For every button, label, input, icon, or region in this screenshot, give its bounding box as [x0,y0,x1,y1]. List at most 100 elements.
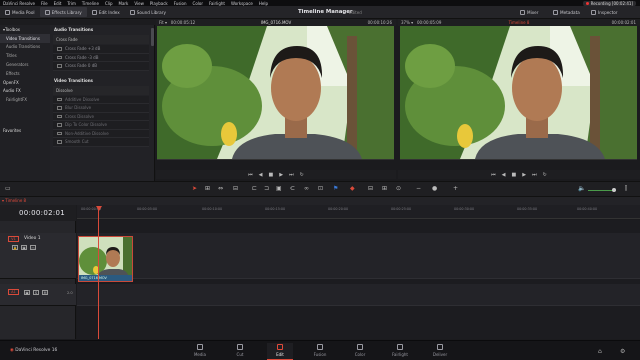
fx-item[interactable]: Cross Fade +3 dB [53,45,149,54]
page-deliver[interactable]: Deliver [427,343,453,357]
tree-fairlightfx[interactable]: FairlightFX [0,95,50,104]
effects-library-button[interactable]: Effects Library [39,7,87,17]
volume-icon[interactable]: 🔈 [578,185,585,192]
zoom-in-icon[interactable]: + [453,185,458,192]
loop-icon[interactable]: ↻ [300,172,304,178]
auto-select-icon[interactable]: ▣ [21,245,27,250]
snapping-icon[interactable]: ⊂ [290,185,295,192]
position-lock-icon[interactable]: ⊡ [318,185,323,192]
layout-icon[interactable]: ▭ [5,185,11,192]
tree-item-generators[interactable]: Generators [0,60,50,69]
menu-help[interactable]: Help [256,1,271,6]
source-viewer-frame[interactable] [157,26,394,159]
zoom-full-icon[interactable]: ⊟ [368,185,373,192]
stop-icon[interactable]: ■ [269,172,274,178]
playhead-marker-icon[interactable] [95,206,102,211]
fx-item[interactable]: Dip To Color Dissolve [53,121,149,130]
timeline-clip[interactable]: IMG_0716.MOV [78,236,133,282]
menu-app[interactable]: DaVinci Resolve [0,1,38,6]
page-cut[interactable]: Cut [227,343,253,357]
zoom-detail-icon[interactable]: ⊞ [382,185,387,192]
lock-icon[interactable]: 🔒 [12,245,18,250]
overwrite-clip-icon[interactable]: ⊐ [264,185,269,192]
zoom-custom-icon[interactable]: ⊙ [396,185,401,192]
insert-clip-icon[interactable]: ⊏ [252,185,257,192]
go-to-start-icon[interactable]: ⏮ [491,172,496,178]
replace-clip-icon[interactable]: ▣ [276,185,282,192]
tree-item-titles[interactable]: Titles [0,51,50,60]
fx-item[interactable]: Cross Fade -3 dB [53,53,149,62]
play-reverse-icon[interactable]: ◀ [259,172,263,178]
marker-icon[interactable]: ◆ [350,185,355,192]
go-to-start-icon[interactable]: ⏮ [248,172,253,178]
menu-workspace[interactable]: Workspace [228,1,256,6]
tree-favorites[interactable]: Favorites [0,126,50,135]
menu-color[interactable]: Color [190,1,206,6]
effects-scrollbar[interactable] [151,28,154,46]
go-to-end-icon[interactable]: ⏭ [532,172,537,178]
auto-select-icon[interactable]: ▣ [24,290,30,295]
fx-item[interactable]: Non-Additive Dissolve [53,129,149,138]
menu-fusion[interactable]: Fusion [171,1,190,6]
page-media[interactable]: Media [187,343,213,357]
tree-item-audio-transitions[interactable]: Audio Transitions [0,43,50,52]
inspector-button[interactable]: Inspector [591,7,618,17]
page-edit[interactable]: Edit [267,343,293,360]
tree-item-video-transitions[interactable]: Video Transitions [0,33,50,43]
menu-playback[interactable]: Playback [147,1,171,6]
menu-mark[interactable]: Mark [116,1,132,6]
video-track-header[interactable]: V1 Video 1 🔒 ▣ ▭ [0,233,76,279]
timeline-ruler[interactable]: 00:00:00:00 00:00:05:00 00:00:10:00 00:0… [77,205,640,219]
mute-button[interactable]: M [42,290,48,295]
menu-edit[interactable]: Edit [51,1,65,6]
fx-item[interactable]: Blur Dissolve [53,104,149,113]
playhead[interactable] [98,208,99,339]
zoom-out-icon[interactable]: − [416,185,421,192]
timeline-viewer-name[interactable]: Timeline 8 [398,20,640,25]
audio-track-lane[interactable] [77,284,640,306]
home-icon[interactable]: ⌂ [598,348,602,355]
selection-tool-icon[interactable]: ➤ [192,185,197,192]
media-pool-button[interactable]: Media Pool [0,7,40,17]
audio-track-header[interactable]: A1 ▣ S M 2.0 [0,284,76,306]
menu-view[interactable]: View [131,1,147,6]
volume-knob[interactable] [612,188,616,192]
page-fusion[interactable]: Fusion [307,343,333,357]
menu-clip[interactable]: Clip [102,1,116,6]
video-track-lane[interactable] [77,233,640,279]
dynamic-trim-icon[interactable]: ⇔ [218,185,223,192]
fx-item[interactable]: Cross Fade 0 dB [53,62,149,71]
fx-item[interactable]: Smooth Cut [53,138,149,147]
audio-meter-icon[interactable]: ⫿ [625,185,627,193]
settings-gear-icon[interactable]: ⚙ [620,348,625,355]
menu-timeline[interactable]: Timeline [79,1,102,6]
timeline-tab[interactable]: ▾ Timeline 8 [2,198,26,203]
solo-button[interactable]: S [33,290,39,295]
track-visibility-icon[interactable]: ▭ [30,245,36,250]
timeline-timecode[interactable]: 00:00:02:01 [0,205,76,221]
fx-item[interactable]: Cross Dissolve [53,112,149,121]
sound-library-button[interactable]: Sound Library [125,7,171,17]
mixer-button[interactable]: Mixer [520,7,538,17]
timeline-viewer-frame[interactable] [400,26,637,159]
loop-icon[interactable]: ↻ [543,172,547,178]
flag-icon[interactable]: ⚑ [333,185,338,192]
zoom-slider-knob-icon[interactable]: ● [432,185,437,192]
play-icon[interactable]: ▶ [522,172,526,178]
go-to-end-icon[interactable]: ⏭ [289,172,294,178]
fx-item[interactable]: Additive Dissolve [53,95,149,104]
tree-openfx[interactable]: OpenFX [0,78,50,87]
audio-track-badge[interactable]: A1 [8,289,19,295]
linked-selection-icon[interactable]: ∞ [304,185,309,192]
video-track-name[interactable]: Video 1 [24,236,41,241]
stop-icon[interactable]: ■ [512,172,517,178]
source-scrubber[interactable] [157,159,394,162]
tree-audiofx[interactable]: Audio FX [0,87,50,96]
page-color[interactable]: Color [347,343,373,357]
blade-tool-icon[interactable]: ⊟ [233,185,238,192]
metadata-button[interactable]: Metadata [553,7,580,17]
timeline-viewer-scrubber[interactable] [400,159,637,162]
play-reverse-icon[interactable]: ◀ [502,172,506,178]
timeline-tracks-area[interactable] [77,220,640,339]
menu-trim[interactable]: Trim [64,1,79,6]
